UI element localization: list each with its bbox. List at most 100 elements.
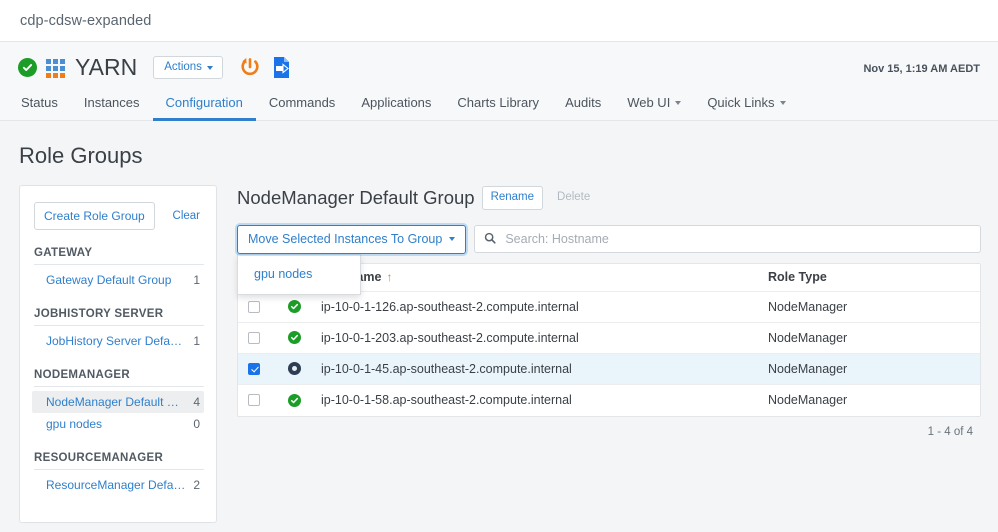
tab-status[interactable]: Status xyxy=(18,96,71,121)
row-status-cell xyxy=(270,331,318,344)
role-group-count: 2 xyxy=(193,478,200,492)
row-checkbox[interactable] xyxy=(248,362,260,375)
tab-label: Web UI xyxy=(627,95,671,110)
role-group-item-gpu-nodes[interactable]: gpu nodes 0 xyxy=(32,413,204,435)
service-tabs: Status Instances Configuration Commands … xyxy=(0,82,998,121)
chevron-down-icon xyxy=(779,100,786,105)
tab-instances[interactable]: Instances xyxy=(71,96,153,121)
table-row[interactable]: ip-10-0-1-203.ap-southeast-2.compute.int… xyxy=(238,323,980,354)
role-group-name: ResourceManager Default Gr... xyxy=(46,478,187,492)
tab-web-ui[interactable]: Web UI xyxy=(614,96,694,121)
role-group-name: Gateway Default Group xyxy=(46,273,172,287)
group-title: NodeManager Default Group xyxy=(237,186,475,208)
row-checkbox-cell xyxy=(238,394,270,406)
status-good-icon xyxy=(287,300,301,313)
yarn-grid-logo-icon xyxy=(46,58,65,78)
tab-charts-library[interactable]: Charts Library xyxy=(444,96,552,121)
role-groups-toolbar: Create Role Group Clear xyxy=(32,202,204,230)
tab-label: Configuration xyxy=(165,95,243,110)
role-group-count: 1 xyxy=(193,334,200,348)
breadcrumb-cluster-link[interactable]: cdp-cdsw-expanded xyxy=(20,13,151,29)
check-circle-icon xyxy=(18,58,37,77)
role-group-name: JobHistory Server Default Gr... xyxy=(46,334,187,348)
chevron-down-icon xyxy=(675,100,682,105)
search-box[interactable] xyxy=(474,225,981,253)
table-pagination-summary: 1 - 4 of 4 xyxy=(927,425,973,438)
section-label-resourcemanager: RESOURCEMANAGER xyxy=(34,452,204,470)
row-hostname: ip-10-0-1-126.ap-southeast-2.compute.int… xyxy=(321,299,579,314)
section-label-gateway: GATEWAY xyxy=(34,247,204,265)
role-group-item-nodemanager-default[interactable]: NodeManager Default Group 4 xyxy=(32,391,204,413)
group-title-row: NodeManager Default Group Rename Delete xyxy=(237,185,981,211)
row-status-cell xyxy=(270,300,318,313)
create-role-group-button[interactable]: Create Role Group xyxy=(34,202,155,230)
role-group-item-resourcemanager-default[interactable]: ResourceManager Default Gr... 2 xyxy=(32,474,204,496)
status-good-icon xyxy=(287,331,301,344)
status-good-icon xyxy=(287,393,301,407)
tab-commands[interactable]: Commands xyxy=(256,96,348,121)
row-checkbox-cell xyxy=(238,331,270,344)
row-checkbox[interactable] xyxy=(248,331,260,344)
row-checkbox-cell xyxy=(238,362,270,375)
table-row[interactable]: ip-10-0-1-126.ap-southeast-2.compute.int… xyxy=(238,292,980,323)
role-group-name: gpu nodes xyxy=(46,417,103,431)
status-stopped-icon xyxy=(287,362,301,375)
move-selected-instances-to-group-button[interactable]: Move Selected Instances To Group xyxy=(237,225,467,254)
dropdown-item-gpu-nodes[interactable]: gpu nodes xyxy=(238,262,360,286)
instances-toolbar: Move Selected Instances To Group gpu nod… xyxy=(237,225,981,295)
tab-label: Quick Links xyxy=(707,95,775,110)
page-title: Role Groups xyxy=(19,143,143,168)
tab-quick-links[interactable]: Quick Links xyxy=(694,96,798,121)
move-to-group-dropdown-menu: gpu nodes xyxy=(237,254,361,295)
row-checkbox-cell xyxy=(238,300,270,313)
delete-button: Delete xyxy=(550,186,597,210)
section-label-nodemanager: NODEMANAGER xyxy=(34,369,204,387)
role-group-item-jobhistory-default[interactable]: JobHistory Server Default Gr... 1 xyxy=(32,330,204,352)
table-row[interactable]: ip-10-0-1-45.ap-southeast-2.compute.inte… xyxy=(238,353,980,385)
row-hostname: ip-10-0-1-203.ap-southeast-2.compute.int… xyxy=(321,330,579,345)
chevron-down-icon xyxy=(206,65,213,70)
actions-button[interactable]: Actions xyxy=(153,55,223,80)
chevron-down-icon xyxy=(449,237,456,242)
role-group-item-gateway-default[interactable]: Gateway Default Group 1 xyxy=(32,269,204,291)
tab-applications[interactable]: Applications xyxy=(348,96,444,121)
row-checkbox[interactable] xyxy=(248,300,260,313)
tab-label: Instances xyxy=(83,95,140,110)
row-hostname: ip-10-0-1-58.ap-southeast-2.compute.inte… xyxy=(321,393,572,407)
actions-button-label: Actions xyxy=(164,60,202,73)
role-group-detail-panel: NodeManager Default Group Rename Delete … xyxy=(237,185,981,438)
tab-configuration[interactable]: Configuration xyxy=(152,95,256,121)
role-group-count: 0 xyxy=(193,417,200,431)
row-role-type: NodeManager xyxy=(768,330,848,345)
move-button-label: Move Selected Instances To Group xyxy=(248,232,443,246)
service-header: YARN Actions Status Instances Configurat… xyxy=(0,41,998,121)
row-status-cell xyxy=(270,393,318,407)
row-role-type: NodeManager xyxy=(768,393,848,407)
service-title-row: YARN Actions xyxy=(0,42,998,82)
sort-ascending-icon: ↑ xyxy=(386,270,393,284)
restart-power-icon[interactable] xyxy=(237,55,263,81)
tab-label: Status xyxy=(21,95,58,110)
row-checkbox[interactable] xyxy=(248,394,260,406)
clear-link[interactable]: Clear xyxy=(173,210,202,222)
role-group-name: NodeManager Default Group xyxy=(46,395,188,409)
tab-label: Audits xyxy=(565,95,602,110)
role-type-column-header[interactable]: Role Type xyxy=(768,270,980,284)
tab-label: Applications xyxy=(361,95,432,110)
role-groups-sidebar: Create Role Group Clear GATEWAY Gateway … xyxy=(19,185,217,523)
hostname-column-header[interactable]: Hostname ↑ xyxy=(318,270,768,284)
section-label-jobhistory-server: JOBHISTORY SERVER xyxy=(34,308,204,326)
row-hostname: ip-10-0-1-45.ap-southeast-2.compute.inte… xyxy=(321,361,572,376)
row-role-type: NodeManager xyxy=(768,361,848,376)
role-group-count: 4 xyxy=(193,395,200,409)
service-name: YARN xyxy=(75,54,138,80)
header-timestamp: Nov 15, 1:19 AM AEDT xyxy=(863,63,980,75)
tab-audits[interactable]: Audits xyxy=(552,96,614,121)
tab-label: Charts Library xyxy=(457,95,540,110)
breadcrumb-bar: cdp-cdsw-expanded xyxy=(0,0,998,41)
rename-button[interactable]: Rename xyxy=(481,186,544,210)
deploy-client-configuration-icon[interactable] xyxy=(270,55,294,80)
table-row[interactable]: ip-10-0-1-58.ap-southeast-2.compute.inte… xyxy=(238,385,980,416)
search-icon xyxy=(484,232,496,247)
search-input[interactable] xyxy=(503,231,971,247)
